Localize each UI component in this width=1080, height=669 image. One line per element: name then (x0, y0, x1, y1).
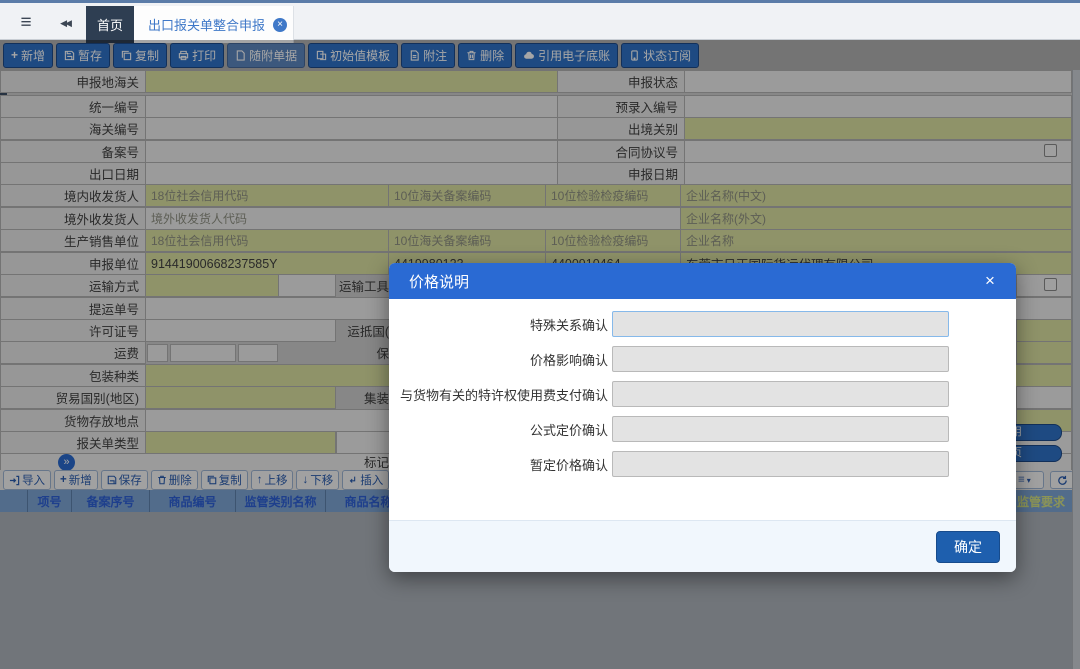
tab-home[interactable]: 首页 (86, 6, 134, 43)
dialog-footer: 确定 (389, 520, 1016, 572)
special-relation-row: 特殊关系确认 (389, 311, 1016, 337)
dialog-close-icon[interactable]: × (980, 271, 1000, 291)
app-window: ≡ ◀◀ 首页 出口报关单整合申报 × +新增 暂存 复制 打印 随附单据 初始… (0, 0, 1080, 669)
price-impact-input[interactable] (612, 346, 949, 372)
formula-pricing-input[interactable] (612, 416, 949, 442)
collapse-tabs-icon[interactable]: ◀◀ (52, 15, 78, 31)
price-impact-label: 价格影响确认 (389, 346, 608, 372)
confirm-button[interactable]: 确定 (936, 531, 1000, 563)
hamburger-menu-icon[interactable]: ≡ (14, 11, 38, 35)
tab-home-label: 首页 (97, 15, 123, 34)
price-description-dialog: 价格说明 × 特殊关系确认 价格影响确认 与货物有关的特许权使用费支付确认 公式… (389, 263, 1016, 572)
price-impact-row: 价格影响确认 (389, 346, 1016, 372)
special-relation-input[interactable] (612, 311, 949, 337)
provisional-price-label: 暂定价格确认 (389, 451, 608, 477)
tab-export-declaration[interactable]: 出口报关单整合申报 × (134, 6, 294, 43)
formula-pricing-row: 公式定价确认 (389, 416, 1016, 442)
special-relation-label: 特殊关系确认 (389, 311, 608, 337)
dialog-title: 价格说明 (409, 271, 469, 292)
dialog-header: 价格说明 (389, 263, 1016, 299)
tab-doc-label: 出口报关单整合申报 (148, 15, 265, 34)
tab-close-icon[interactable]: × (273, 18, 287, 32)
provisional-price-row: 暂定价格确认 (389, 451, 1016, 477)
royalty-payment-input[interactable] (612, 381, 949, 407)
tab-bar: ≡ ◀◀ 首页 出口报关单整合申报 × (0, 0, 1080, 40)
royalty-payment-row: 与货物有关的特许权使用费支付确认 (389, 381, 1016, 407)
provisional-price-input[interactable] (612, 451, 949, 477)
royalty-payment-label: 与货物有关的特许权使用费支付确认 (389, 381, 608, 407)
formula-pricing-label: 公式定价确认 (389, 416, 608, 442)
